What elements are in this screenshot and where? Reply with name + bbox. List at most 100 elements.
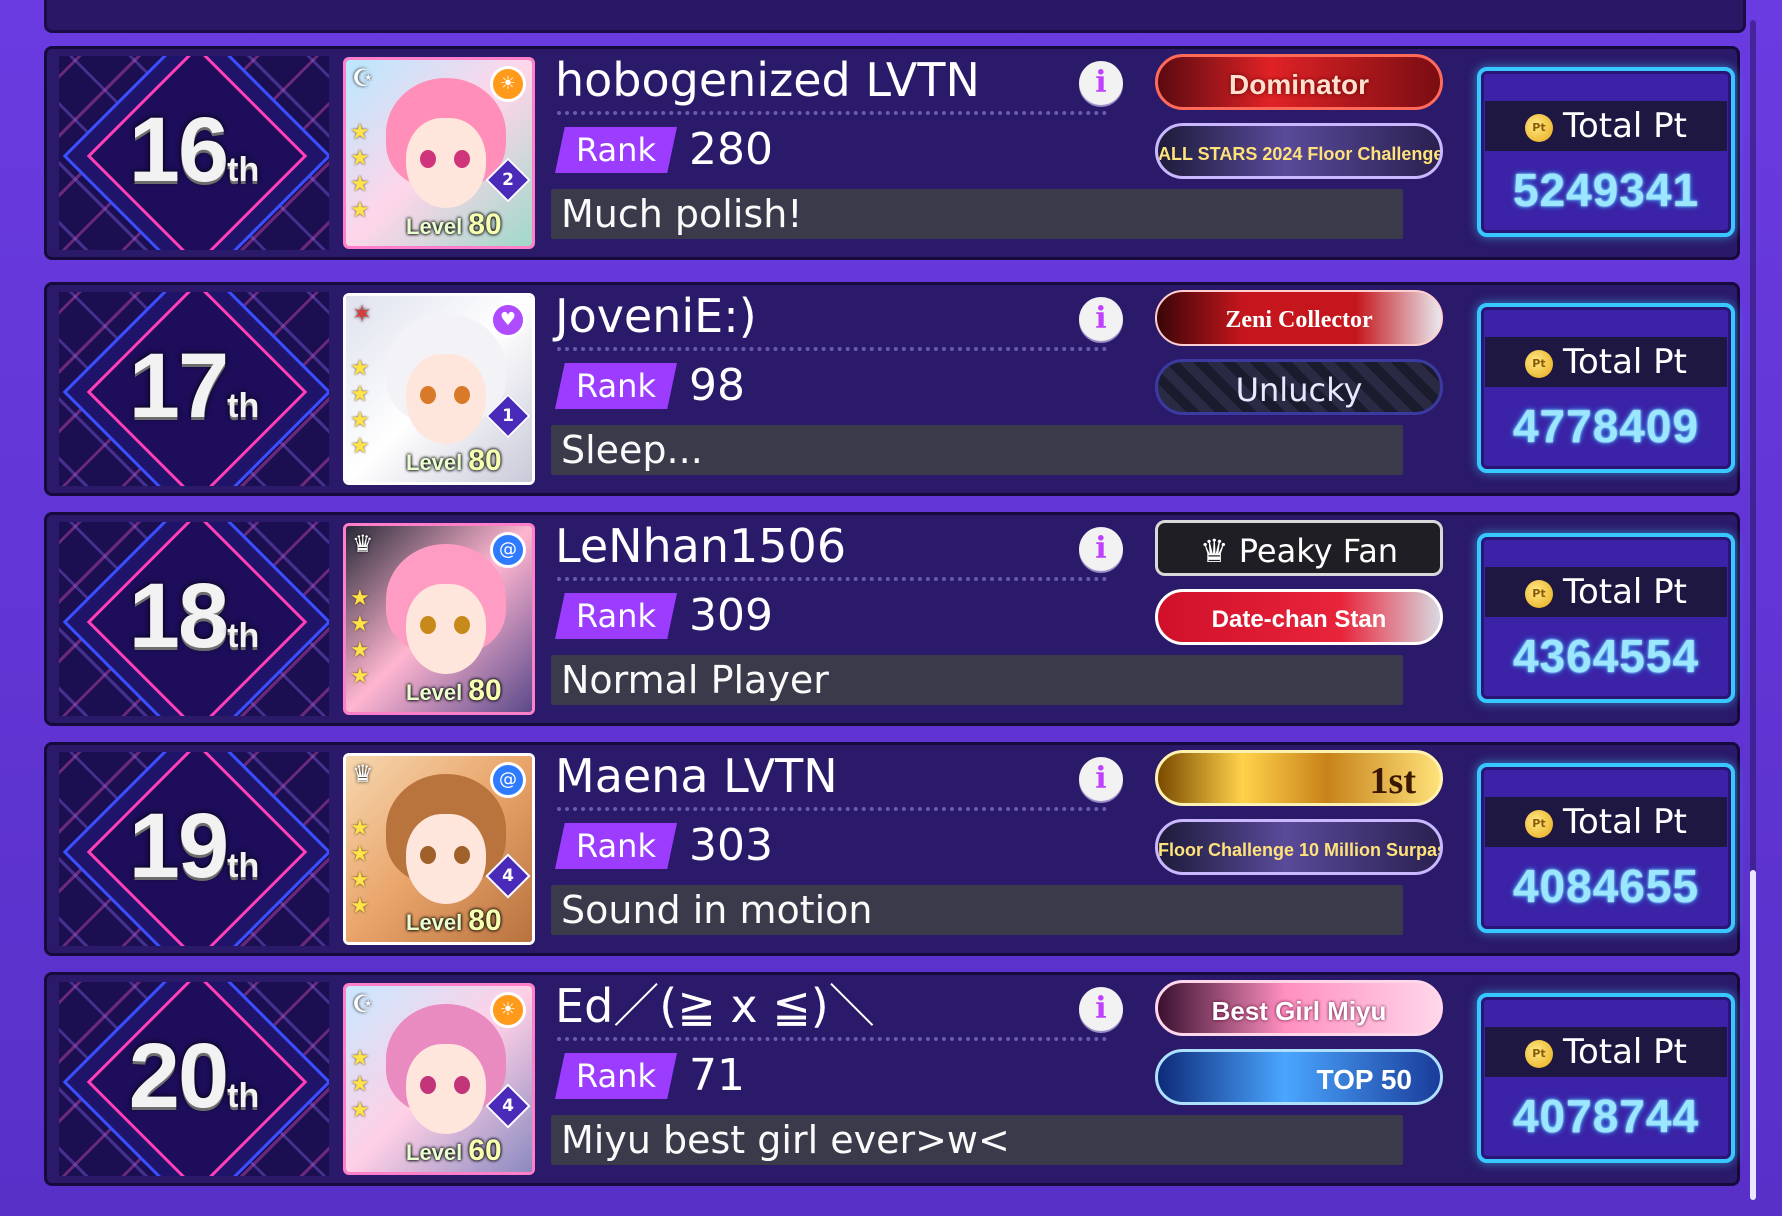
heart-icon: ♥ (490, 302, 526, 338)
title-badge-1[interactable]: 1st (1155, 750, 1443, 806)
player-rank: 309 (689, 590, 773, 641)
leader-card[interactable]: ✶ ♥ ★ ★ ★ ★ 1 Level 80 (343, 293, 535, 485)
card-level: Level 80 (406, 444, 502, 477)
title-badge-1[interactable]: Dominator (1155, 54, 1443, 110)
ranking-row-20[interactable]: 20th ☪ ☀ ★ ★ ★ 4 Level 60 Ed／(≧ x ≦)＼ i Ran… (44, 972, 1740, 1186)
info-button[interactable]: i (1079, 297, 1123, 341)
event-point-coin-icon: Pt (1524, 349, 1553, 378)
player-comment: Much polish! (551, 189, 1403, 239)
title-badge-1[interactable]: Best Girl Miyu (1155, 980, 1443, 1036)
info-button[interactable]: i (1079, 61, 1123, 105)
total-points-header: Pt Total Pt (1485, 797, 1727, 847)
player-rank: 280 (689, 124, 773, 175)
title-badge-2[interactable]: TOP 50 (1155, 1049, 1443, 1105)
divider (557, 577, 1107, 581)
card-type-icon: ✶ (352, 300, 373, 328)
ranking-row-18[interactable]: 18th ♛ @ ★ ★ ★ ★ Level 80 LeNhan1506 i Rank … (44, 512, 1740, 726)
leader-card[interactable]: ♛ @ ★ ★ ★ ★ 4 Level 80 (343, 753, 535, 945)
leader-card[interactable]: ☪ ☀ ★ ★ ★ ★ 2 Level 80 (343, 57, 535, 249)
rank-label: Rank (555, 1053, 677, 1099)
title-badge-2[interactable]: ALL STARS 2024 Floor Challenge 10 Millio… (1155, 123, 1443, 179)
rank-label: Rank (555, 593, 677, 639)
info-button[interactable]: i (1079, 757, 1123, 801)
player-name: Maena LVTN (555, 749, 838, 803)
leader-card[interactable]: ☪ ☀ ★ ★ ★ 4 Level 60 (343, 983, 535, 1175)
player-name: hobogenized LVTN (555, 53, 980, 107)
divider (557, 347, 1107, 351)
sun-icon: ☀ (490, 66, 526, 102)
total-points-header: Pt Total Pt (1485, 567, 1727, 617)
rank-tile: 20th (59, 982, 329, 1176)
rank-tile: 18th (59, 522, 329, 716)
rank-place: 20th (128, 1025, 260, 1127)
event-point-coin-icon: Pt (1524, 579, 1553, 608)
player-name: LeNhan1506 (555, 519, 847, 573)
previous-row-edge (44, 0, 1746, 33)
rarity-stars: ★ ★ ★ ★ (350, 816, 370, 919)
total-points-header: Pt Total Pt (1485, 1027, 1727, 1077)
rank-label: Rank (555, 127, 677, 173)
crown-icon: ♛ (352, 760, 374, 788)
total-points-value: 4084655 (1512, 860, 1700, 912)
sun-icon: ☀ (490, 992, 526, 1028)
rank-tile: 19th (59, 752, 329, 946)
event-point-coin-icon: Pt (1524, 809, 1553, 838)
ranking-row-16[interactable]: 16th ☪ ☀ ★ ★ ★ ★ 2 Level 80 hobogenized LVTN… (44, 46, 1740, 260)
rarity-stars: ★ ★ ★ (350, 1046, 370, 1123)
total-points-value: 5249341 (1512, 164, 1700, 216)
total-points-header: Pt Total Pt (1485, 101, 1727, 151)
swirl-icon: @ (490, 762, 526, 798)
rank-place: 16th (128, 99, 260, 201)
player-name: Ed／(≧ x ≦)＼ (555, 979, 875, 1033)
rarity-stars: ★ ★ ★ ★ (350, 120, 370, 223)
card-type-icon: ☪ (352, 64, 374, 92)
total-points-value: 4078744 (1512, 1090, 1700, 1142)
player-comment: Sound in motion (551, 885, 1403, 935)
rank-place: 17th (128, 335, 260, 437)
player-name: JoveniE:) (555, 289, 757, 343)
crown-icon: ♛ (1199, 532, 1239, 570)
card-level: Level 60 (406, 1134, 502, 1167)
title-badge-2[interactable]: Date-chan Stan (1155, 589, 1443, 645)
rank-place: 18th (128, 565, 260, 667)
ranking-row-17[interactable]: 17th ✶ ♥ ★ ★ ★ ★ 1 Level 80 JoveniE:) i Rank… (44, 282, 1740, 496)
total-points-box: Pt Total Pt 4778409 (1477, 303, 1735, 473)
rarity-stars: ★ ★ ★ ★ (350, 356, 370, 459)
total-points-box: Pt Total Pt 4364554 (1477, 533, 1735, 703)
event-point-coin-icon: Pt (1524, 113, 1553, 142)
player-rank: 71 (689, 1050, 745, 1101)
title-badge-1[interactable]: ♛ Peaky Fan (1155, 520, 1443, 576)
rank-tile: 17th (59, 292, 329, 486)
title-badge-2[interactable]: Unlucky (1155, 359, 1443, 415)
card-level: Level 80 (406, 904, 502, 937)
total-points-value: 4364554 (1512, 630, 1700, 682)
player-comment: Miyu best girl ever>w< (551, 1115, 1403, 1165)
player-comment: Normal Player (551, 655, 1403, 705)
rank-tile: 16th (59, 56, 329, 250)
title-badge-2[interactable]: Floor Challenge 10 Million Surpass (1155, 819, 1443, 875)
ranking-row-19[interactable]: 19th ♛ @ ★ ★ ★ ★ 4 Level 80 Maena LVTN i Ran… (44, 742, 1740, 956)
divider (557, 111, 1107, 115)
rank-label: Rank (555, 363, 677, 409)
total-points-box: Pt Total Pt 4078744 (1477, 993, 1735, 1163)
info-button[interactable]: i (1079, 527, 1123, 571)
card-level: Level 80 (406, 674, 502, 707)
divider (557, 807, 1107, 811)
rank-label: Rank (555, 823, 677, 869)
player-comment: Sleep... (551, 425, 1403, 475)
card-level: Level 80 (406, 208, 502, 241)
title-badge-1[interactable]: Zeni Collector (1155, 290, 1443, 346)
total-points-box: Pt Total Pt 4084655 (1477, 763, 1735, 933)
scrollbar-thumb[interactable] (1750, 870, 1756, 1200)
swirl-icon: @ (490, 532, 526, 568)
leader-card[interactable]: ♛ @ ★ ★ ★ ★ Level 80 (343, 523, 535, 715)
rarity-stars: ★ ★ ★ ★ (350, 586, 370, 689)
total-points-box: Pt Total Pt 5249341 (1477, 67, 1735, 237)
total-points-value: 4778409 (1512, 400, 1700, 452)
info-button[interactable]: i (1079, 987, 1123, 1031)
event-point-coin-icon: Pt (1524, 1039, 1553, 1068)
total-points-header: Pt Total Pt (1485, 337, 1727, 387)
card-type-icon: ☪ (352, 990, 374, 1018)
divider (557, 1037, 1107, 1041)
player-rank: 98 (689, 360, 745, 411)
